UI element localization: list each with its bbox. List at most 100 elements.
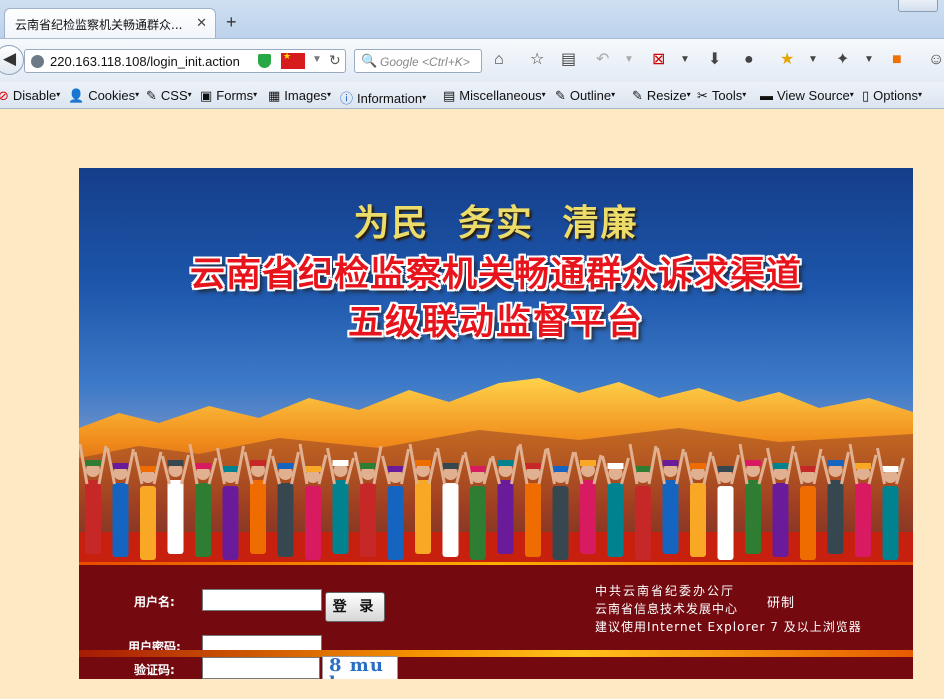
- toolbar-item-tools[interactable]: ✂ Tools▾: [697, 88, 746, 104]
- crowd-person-hat: [470, 466, 486, 472]
- tools-icon: ✂: [697, 88, 708, 103]
- crowd-person-hat: [800, 466, 816, 472]
- crowd-person-body: [112, 483, 129, 557]
- crowd-person-arm: [235, 445, 245, 485]
- crowd-person-body: [250, 480, 266, 554]
- browser-tab[interactable]: 云南省纪检监察机关畅通群众... ✕: [4, 8, 216, 38]
- crowd-person-hat: [662, 460, 679, 466]
- toolbar-item-options[interactable]: ▯ Options▾: [862, 88, 922, 104]
- home-icon[interactable]: ⌂: [494, 52, 504, 68]
- download-icon[interactable]: ⬇: [708, 52, 721, 68]
- emoji-icon[interactable]: ☺: [928, 52, 944, 68]
- reading-list-icon[interactable]: ▤: [561, 52, 576, 68]
- crowd-person-arm: [455, 454, 465, 485]
- captcha-input[interactable]: [202, 657, 320, 679]
- crowd-person-body: [827, 480, 844, 554]
- back-arrow-icon: ◀: [3, 49, 17, 68]
- crowd-person-body: [305, 486, 321, 560]
- crowd-person-body: [745, 480, 761, 554]
- search-box[interactable]: 🔍 Google <Ctrl+K>: [354, 49, 482, 73]
- crowd-person-body: [167, 480, 184, 554]
- china-flag-icon[interactable]: [281, 51, 305, 69]
- noscript-dropdown-icon[interactable]: ▼: [680, 52, 690, 68]
- toolbar-item-resize[interactable]: ✎ Resize▾: [632, 88, 691, 104]
- search-placeholder[interactable]: Google <Ctrl+K>: [380, 55, 470, 69]
- resize-icon: ✎: [632, 88, 643, 103]
- crowd-person-body: [470, 486, 486, 560]
- url-dropdown-icon[interactable]: ▼: [312, 54, 322, 65]
- banner-title-line1: 云南省纪检监察机关畅通群众诉求渠道: [189, 255, 802, 295]
- toolbar-item-cookies[interactable]: 👤 Cookies▾: [68, 88, 139, 104]
- crowd-person-hat: [690, 463, 706, 469]
- crowd-person-body: [387, 486, 404, 560]
- undo-icon[interactable]: ↶: [596, 52, 609, 68]
- tools-addon-icon[interactable]: ✦: [836, 52, 849, 68]
- view-source-icon: ▬: [760, 88, 773, 103]
- crowd-person-hat: [827, 460, 844, 466]
- reload-icon[interactable]: ↻: [329, 52, 341, 69]
- captcha-image[interactable]: 8 mu b: [322, 656, 398, 679]
- toolbar-item-forms[interactable]: ▣ Forms▾: [200, 88, 257, 104]
- forms-icon: ▣: [200, 88, 213, 103]
- crowd-person-hat: [305, 466, 321, 472]
- new-tab-button[interactable]: +: [226, 12, 237, 33]
- crowd-person-hat: [525, 463, 541, 469]
- crowd-person-hat: [717, 466, 734, 472]
- crowd-person-arm: [675, 448, 685, 485]
- login-panel: 用户名: 登 录 用户密码: 验证码: 8 mu b 中共云南省纪委办公厅 云南…: [79, 562, 913, 679]
- crowd-person-body: [332, 480, 349, 554]
- crowd-person-hat: [882, 466, 899, 472]
- crowd-person-hat: [580, 460, 596, 466]
- toolbar-item-information[interactable]: ⓘ Information▾: [340, 88, 426, 107]
- toolbar-item-disable[interactable]: ⊘ Disable▾: [0, 88, 60, 104]
- crowd-person-arm: [427, 451, 438, 485]
- disable-icon: ⊘: [0, 88, 9, 103]
- crowd-person-hat: [552, 466, 569, 472]
- login-button[interactable]: 登 录: [325, 592, 385, 622]
- account-icon[interactable]: ●: [744, 52, 754, 68]
- address-bar[interactable]: 220.163.118.108/login_init.action ▼ ↻: [24, 49, 346, 73]
- toolbar-item-miscellaneous[interactable]: ▤ Miscellaneous▾: [443, 88, 546, 104]
- window-control-button[interactable]: [898, 0, 938, 12]
- tab-close-icon[interactable]: ✕: [196, 15, 207, 31]
- url-text[interactable]: 220.163.118.108/login_init.action: [50, 54, 240, 69]
- toolbar-item-css[interactable]: ✎ CSS▾: [146, 88, 192, 104]
- header-banner: 为民 务实 清廉 云南省纪检监察机关畅通群众诉求渠道 五级联动监督平台: [79, 168, 913, 562]
- crowd-person-hat: [140, 466, 156, 472]
- extension-icon[interactable]: ■: [892, 52, 902, 68]
- favorite-addon-icon[interactable]: ★: [780, 52, 794, 68]
- crowd-person-hat: [415, 460, 431, 466]
- crowd-person-hat: [277, 463, 294, 469]
- crowd-person-hat: [360, 463, 376, 469]
- toolbar-item-outline[interactable]: ✎ Outline▾: [555, 88, 615, 104]
- crowd-person-hat: [772, 463, 789, 469]
- crowd-person-arm: [867, 454, 878, 485]
- crowd-person-body: [662, 480, 679, 554]
- crowd-person-body: [525, 483, 541, 557]
- browser-recommendation: 建议使用Internet Explorer 7 及以上浏览器: [595, 620, 862, 634]
- web-developer-toolbar: ⊘ Disable▾ 👤 Cookies▾ ✎ CSS▾ ▣ Forms▾ ▦ Image…: [0, 82, 944, 109]
- toolbar-item-images[interactable]: ▦ Images▾: [268, 88, 331, 104]
- crowd-person-body: [195, 483, 211, 557]
- globe-icon: [31, 55, 44, 68]
- back-button[interactable]: ◀: [0, 45, 24, 75]
- undo-dropdown-icon[interactable]: ▼: [624, 52, 634, 68]
- crowd-person-body: [800, 486, 816, 560]
- addon-dropdown-icon[interactable]: ▼: [808, 52, 818, 68]
- crowd-person-body: [855, 483, 871, 557]
- banner-title-line2: 五级联动监督平台: [347, 303, 644, 343]
- tools-dropdown-icon[interactable]: ▼: [864, 52, 874, 68]
- crowd-person-hat: [635, 466, 651, 472]
- toolbar-item-view-source[interactable]: ▬ View Source▾: [760, 88, 854, 103]
- crowd-illustration: [79, 443, 913, 562]
- options-icon: ▯: [862, 88, 870, 103]
- information-icon: ⓘ: [340, 91, 354, 106]
- username-input[interactable]: [202, 589, 322, 611]
- bookmark-star-icon[interactable]: ☆: [530, 52, 544, 68]
- crowd-person-body: [690, 483, 706, 557]
- crowd-person-hat: [497, 460, 514, 466]
- username-label: 用户名:: [134, 595, 175, 609]
- crowd-person-body: [497, 480, 514, 554]
- noscript-icon[interactable]: ⊠: [652, 52, 665, 68]
- shield-icon[interactable]: [258, 54, 271, 68]
